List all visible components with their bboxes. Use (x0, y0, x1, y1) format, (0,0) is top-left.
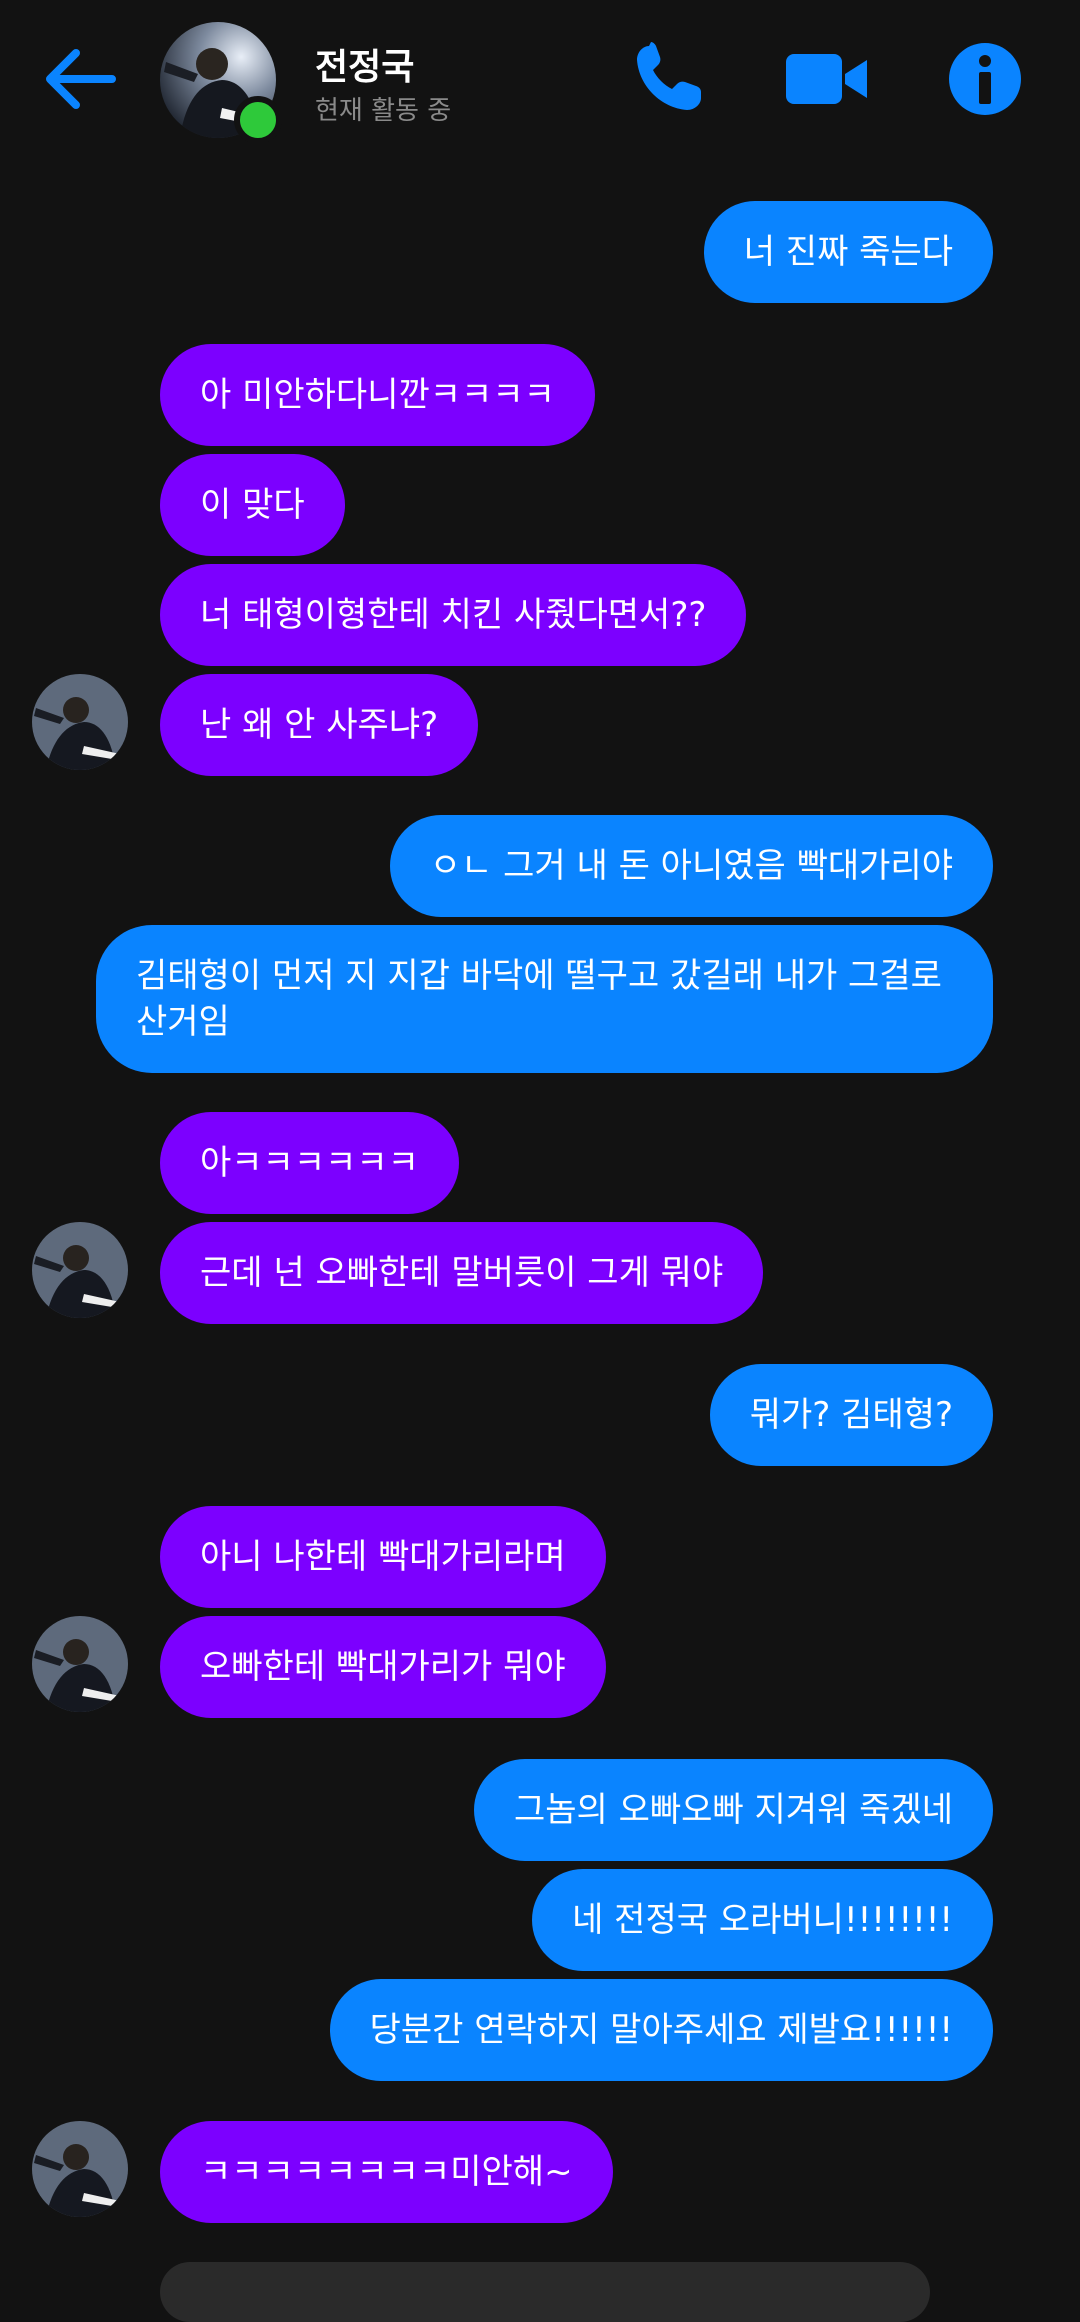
contact-avatar-small[interactable] (32, 1222, 128, 1318)
incoming-message-bubble[interactable]: ㅋㅋㅋㅋㅋㅋㅋㅋ미안해~ (160, 2121, 613, 2223)
contact-avatar-small[interactable] (32, 1616, 128, 1712)
outgoing-message-bubble[interactable]: 그놈의 오빠오빠 지겨워 죽겠네 (473, 1759, 993, 1861)
outgoing-message-bubble[interactable]: 김태형이 먼저 지 지갑 바닥에 떨구고 갔길래 내가 그걸로 산거임 (96, 925, 993, 1073)
incoming-message-bubble[interactable]: 근데 넌 오빠한테 말버릇이 그게 뭐야 (160, 1222, 764, 1324)
incoming-message-bubble[interactable]: 아 미안하다니깐ㅋㅋㅋㅋ (160, 344, 595, 446)
outgoing-message-bubble[interactable]: 당분간 연락하지 말아주세요 제발요!!!!!! (329, 1979, 993, 2081)
incoming-message-bubble[interactable]: 이 맞다 (160, 454, 345, 556)
message-composer[interactable] (160, 2262, 930, 2322)
phone-icon[interactable] (625, 36, 711, 122)
incoming-message-bubble[interactable]: 오빠한테 빡대가리가 뭐야 (160, 1616, 606, 1718)
back-arrow-icon[interactable] (38, 36, 124, 122)
info-icon[interactable] (942, 36, 1028, 122)
outgoing-message-bubble[interactable]: 너 진짜 죽는다 (703, 201, 993, 303)
outgoing-message-bubble[interactable]: ㅇㄴ 그거 내 돈 아니였음 빡대가리야 (389, 815, 993, 917)
incoming-message-bubble[interactable]: 난 왜 안 사주냐? (160, 674, 479, 776)
incoming-message-bubble[interactable]: 아니 나한테 빡대가리라며 (160, 1506, 606, 1608)
outgoing-message-bubble[interactable]: 네 전정국 오라버니!!!!!!!! (532, 1869, 993, 1971)
chat-header: 전정국 현재 활동 중 (0, 0, 1080, 160)
online-status-dot (234, 96, 282, 144)
incoming-message-bubble[interactable]: 너 태형이형한테 치킨 사줬다면서?? (160, 564, 747, 666)
outgoing-message-bubble[interactable]: 뭐가? 김태형? (709, 1364, 993, 1466)
contact-avatar-small[interactable] (32, 2121, 128, 2217)
active-status-text: 현재 활동 중 (315, 96, 452, 126)
video-camera-icon[interactable] (783, 36, 869, 122)
contact-avatar-small[interactable] (32, 674, 128, 770)
contact-name[interactable]: 전정국 (315, 38, 414, 90)
incoming-message-bubble[interactable]: 아ㅋㅋㅋㅋㅋㅋ (160, 1112, 459, 1214)
